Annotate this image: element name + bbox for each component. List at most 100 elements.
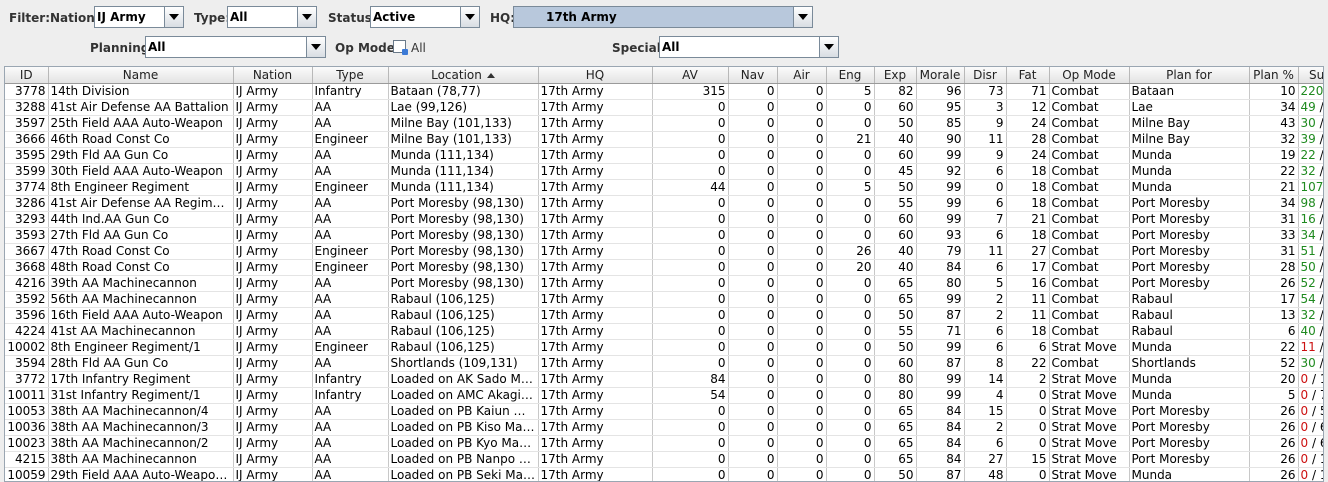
cell-plan-: 26: [1249, 451, 1299, 468]
table-row[interactable]: 3288 41st Air Defense AA Battalion IJ Army…: [5, 99, 1323, 116]
cell-nav: 0: [728, 243, 778, 260]
chevron-down-icon[interactable]: [297, 7, 316, 27]
column-header-av[interactable]: AV: [652, 67, 729, 84]
cell-id: 4224: [5, 323, 49, 340]
cell-av: 0: [652, 419, 729, 436]
cell-plan-: 13: [1249, 307, 1299, 324]
table-row[interactable]: 3592 56th AA Machinecannon IJ Army AA Rabaul…: [5, 291, 1323, 308]
column-header-morale[interactable]: Morale: [916, 67, 965, 84]
opmode-edit-icon[interactable]: [393, 40, 408, 55]
chevron-down-icon[interactable]: [793, 7, 812, 27]
table-row[interactable]: 3595 29th Fld AA Gun Co IJ Army AA Munda (11…: [5, 147, 1323, 164]
chevron-down-icon[interactable]: [819, 37, 838, 57]
cell-nav: 0: [728, 163, 778, 180]
column-header-nav[interactable]: Nav: [728, 67, 778, 84]
column-header-fat[interactable]: Fat: [1006, 67, 1050, 84]
cell-air: 0: [777, 403, 827, 420]
hq-combobox[interactable]: 17th Army: [513, 6, 813, 28]
supply-required: / 22: [1319, 308, 1324, 322]
chevron-down-icon[interactable]: [460, 7, 479, 27]
chevron-down-icon[interactable]: [164, 7, 183, 27]
cell-op-mode: Combat: [1049, 307, 1130, 324]
cell-op-mode: Strat Move: [1049, 435, 1130, 452]
cell-op-mode: Combat: [1049, 355, 1130, 372]
cell-type: AA: [312, 451, 389, 468]
cell-disr: 14: [964, 371, 1007, 388]
table-row[interactable]: 3774 8th Engineer Regiment IJ Army Engineer…: [5, 179, 1323, 196]
status-combobox[interactable]: Active: [370, 6, 480, 28]
supply-current: 32: [1300, 164, 1316, 178]
cell-morale: 87: [916, 307, 965, 324]
cell-disr: 2: [964, 307, 1007, 324]
column-header-plan-for[interactable]: Plan for: [1129, 67, 1250, 84]
nation-combobox[interactable]: IJ Army: [94, 6, 184, 28]
units-table[interactable]: ID Name Nation Type Location HQ AV Nav Air Eng Exp…: [4, 66, 1324, 482]
column-header-eng[interactable]: Eng: [826, 67, 875, 84]
special-combobox[interactable]: All: [659, 36, 839, 58]
table-row[interactable]: 10059 29th Field AAA Auto-Weapon/5 IJ Army…: [5, 467, 1323, 481]
table-row[interactable]: 3286 41st Air Defense AA Regiment IJ Army A…: [5, 195, 1323, 212]
supply-required: / 5: [1311, 404, 1323, 418]
table-row[interactable]: 10011 31st Infantry Regiment/1 IJ Army Infa…: [5, 387, 1323, 404]
column-header-disr[interactable]: Disr: [964, 67, 1007, 84]
table-row[interactable]: 3293 44th Ind.AA Gun Co IJ Army AA Port More…: [5, 211, 1323, 228]
column-header-name[interactable]: Name: [48, 67, 234, 84]
table-row[interactable]: 3772 17th Infantry Regiment IJ Army Infantr…: [5, 371, 1323, 388]
column-header-exp[interactable]: Exp: [874, 67, 917, 84]
cell-hq: 17th Army: [538, 403, 653, 420]
cell-type: AA: [312, 99, 389, 116]
column-header-nation[interactable]: Nation: [233, 67, 313, 84]
column-header-op-mode[interactable]: Op Mode: [1049, 67, 1130, 84]
column-header-label: Fat: [1018, 68, 1037, 82]
cell-type: Engineer: [312, 243, 389, 260]
cell-location: Munda (111,134): [388, 163, 539, 180]
cell-plan-: 33: [1249, 227, 1299, 244]
table-row[interactable]: 10036 38th AA Machinecannon/3 IJ Army AA Loa…: [5, 419, 1323, 436]
column-header-supply[interactable]: Supply: [1298, 67, 1323, 84]
supply-current: 0: [1300, 452, 1309, 466]
cell-id: 10036: [5, 419, 49, 436]
cell-hq: 17th Army: [538, 307, 653, 324]
table-row[interactable]: 3593 27th Fld AA Gun Co IJ Army AA Port More…: [5, 227, 1323, 244]
table-row[interactable]: 4224 41st AA Machinecannon IJ Army AA Rabaul…: [5, 323, 1323, 340]
table-row[interactable]: 10002 8th Engineer Regiment/1 IJ Army Engin…: [5, 339, 1323, 356]
cell-nav: 0: [728, 339, 778, 356]
cell-type: AA: [312, 435, 389, 452]
table-row[interactable]: 4215 38th AA Machinecannon IJ Army AA Loaded…: [5, 451, 1323, 468]
cell-supply: 32 / 22: [1298, 163, 1323, 180]
table-row[interactable]: 3666 46th Road Const Co IJ Army Engineer Mil…: [5, 131, 1323, 148]
table-row[interactable]: 3599 30th Field AAA Auto-Weapon IJ Army AA M…: [5, 163, 1323, 180]
table-row[interactable]: 3778 14th Division IJ Army Infantry Bataan (…: [5, 83, 1323, 100]
opmode-value[interactable]: All: [411, 41, 426, 55]
column-header-type[interactable]: Type: [312, 67, 389, 84]
cell-morale: 87: [916, 355, 965, 372]
table-row[interactable]: 4216 39th AA Machinecannon IJ Army AA Port M…: [5, 275, 1323, 292]
table-row[interactable]: 3596 16th Field AAA Auto-Weapon IJ Army AA R…: [5, 307, 1324, 324]
cell-av: 0: [652, 307, 729, 324]
column-header-hq[interactable]: HQ: [538, 67, 653, 84]
cell-supply: 0 / 6: [1298, 419, 1323, 436]
table-row[interactable]: 3668 48th Road Const Co IJ Army Engineer Por…: [5, 259, 1324, 276]
chevron-down-icon[interactable]: [306, 37, 325, 57]
type-combobox[interactable]: All: [227, 6, 317, 28]
column-header-air[interactable]: Air: [777, 67, 827, 84]
column-header-plan-[interactable]: Plan %: [1249, 67, 1299, 84]
table-row[interactable]: 10053 38th AA Machinecannon/4 IJ Army AA Loa…: [5, 403, 1323, 420]
cell-id: 3774: [5, 179, 49, 196]
column-header-id[interactable]: ID: [5, 67, 49, 84]
supply-current: 22: [1300, 148, 1316, 162]
table-row[interactable]: 3667 47th Road Const Co IJ Army Engineer Por…: [5, 243, 1323, 260]
cell-disr: 9: [964, 115, 1007, 132]
cell-location: Port Moresby (98,130): [388, 259, 539, 276]
table-row[interactable]: 3594 28th Fld AA Gun Co IJ Army AA Shortland…: [5, 355, 1323, 372]
cell-morale: 79: [916, 243, 965, 260]
cell-disr: 48: [964, 467, 1007, 481]
table-row[interactable]: 3597 25th Field AAA Auto-Weapon IJ Army AA M…: [5, 115, 1323, 132]
column-header-label: Name: [122, 68, 159, 82]
column-header-location[interactable]: Location: [388, 67, 539, 84]
cell-location: Loaded on AK Sado Mar...: [388, 371, 539, 388]
supply-required: / 40: [1319, 260, 1324, 274]
table-row[interactable]: 10023 38th AA Machinecannon/2 IJ Army AA Loa…: [5, 435, 1323, 452]
cell-plan-for: Munda: [1129, 371, 1250, 388]
planning-combobox[interactable]: All: [145, 36, 326, 58]
